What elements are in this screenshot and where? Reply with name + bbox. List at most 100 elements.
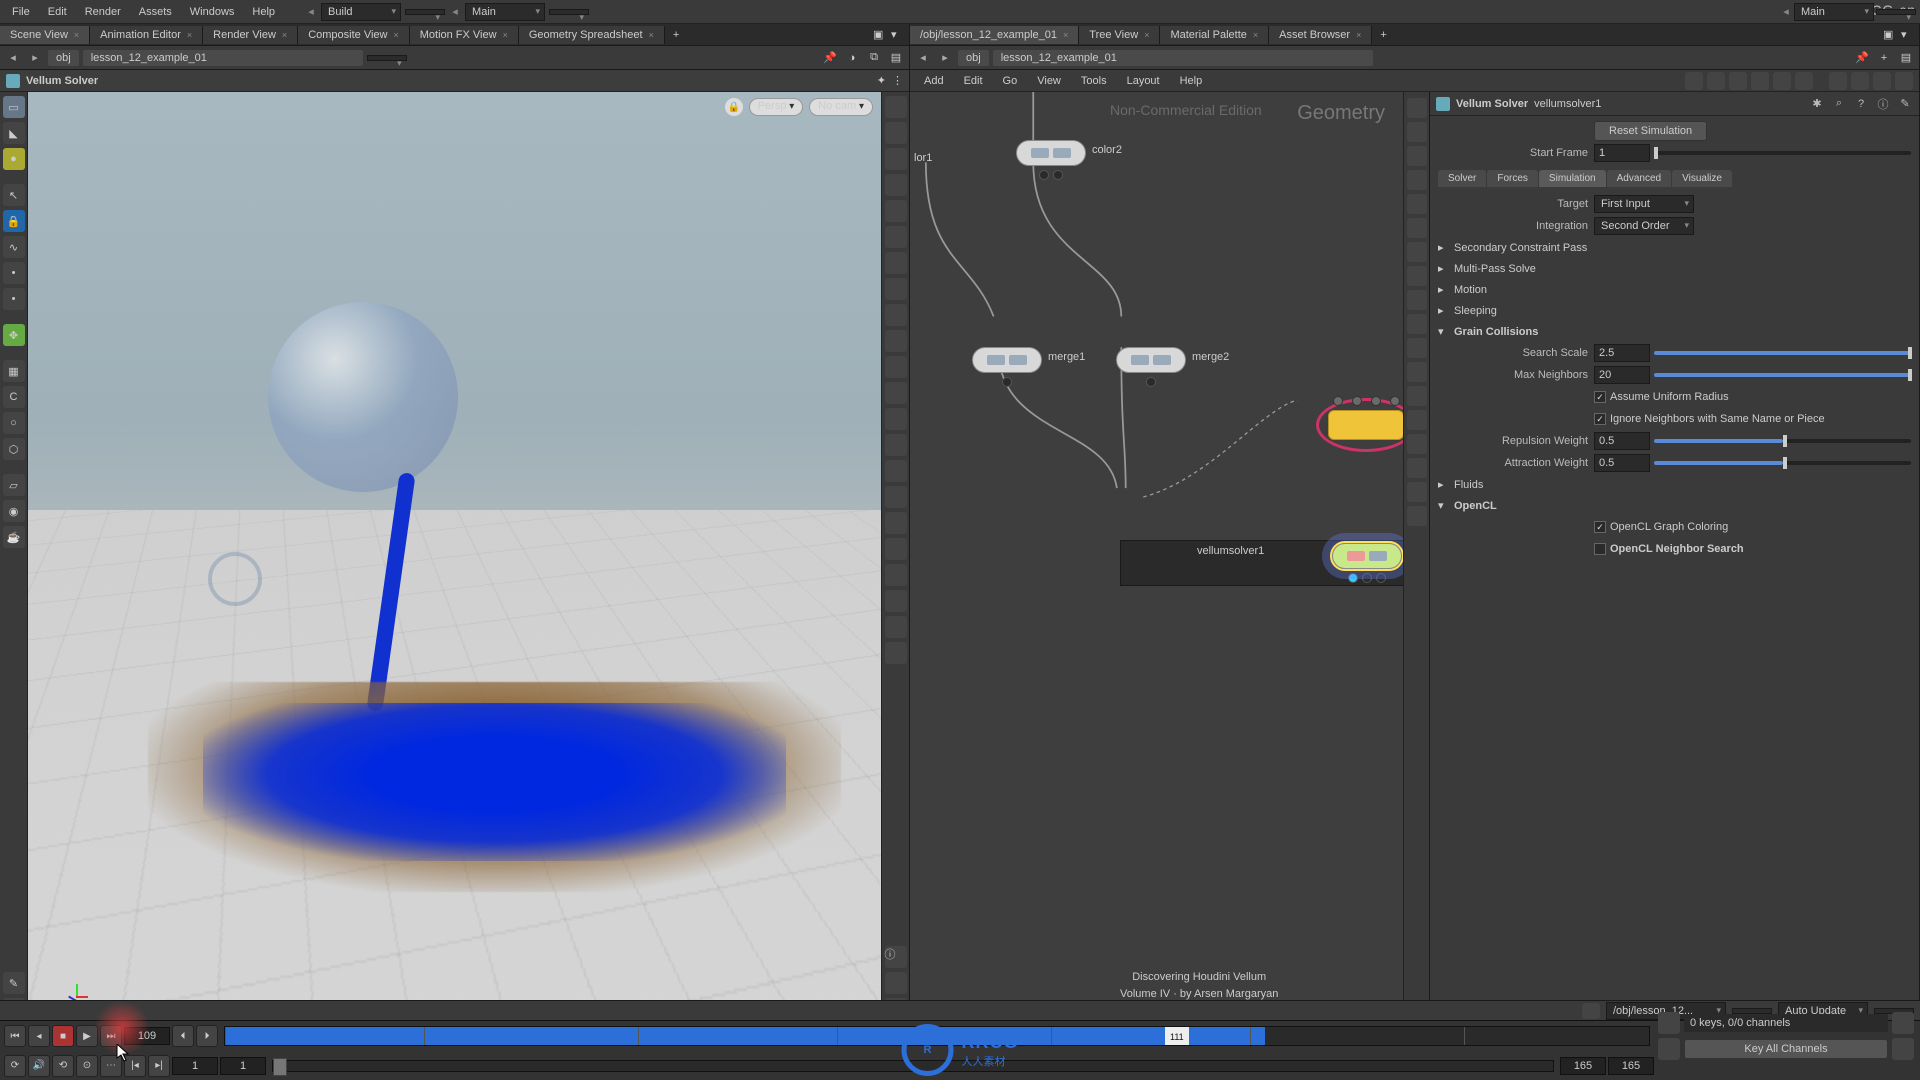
state-opt-icon[interactable]: ✦ — [877, 74, 886, 87]
step-b-icon[interactable]: ▸| — [148, 1055, 170, 1077]
nt-e-icon[interactable] — [1407, 194, 1427, 214]
close-icon[interactable]: × — [74, 30, 79, 40]
ghost-icon[interactable]: ◑ — [843, 49, 861, 67]
nt-j-icon[interactable] — [1407, 314, 1427, 334]
disp-l-icon[interactable] — [885, 564, 907, 586]
path-history-select[interactable] — [367, 55, 407, 61]
help-icon[interactable]: ? — [1853, 96, 1869, 112]
key-all-button[interactable]: Key All Channels — [1684, 1039, 1888, 1059]
net-tool-a-icon[interactable] — [1685, 72, 1703, 90]
range-end-field[interactable]: 165 — [1608, 1057, 1654, 1075]
nt-n-icon[interactable] — [1407, 410, 1427, 430]
disp-o-icon[interactable] — [885, 642, 907, 664]
snap-grid-icon[interactable]: ▦ — [3, 360, 25, 382]
parm-tab-forces[interactable]: Forces — [1487, 170, 1538, 187]
chevron-left-icon[interactable]: ◂ — [1780, 6, 1792, 18]
select-prim-icon[interactable]: ● — [3, 148, 25, 170]
state-opt2-icon[interactable]: ⋮ — [892, 74, 903, 87]
tab-geo-spreadsheet[interactable]: Geometry Spreadsheet× — [519, 26, 665, 44]
attraction-slider[interactable] — [1654, 461, 1911, 465]
menu-assets[interactable]: Assets — [131, 4, 180, 20]
fold-multipass[interactable]: ▸Multi-Pass Solve — [1438, 258, 1911, 279]
nt-f-icon[interactable] — [1407, 218, 1427, 238]
pane-menu-icon[interactable]: ▾ — [891, 28, 909, 41]
disp-e-icon[interactable] — [885, 382, 907, 404]
reset-sim-button[interactable]: Reset Simulation — [1594, 121, 1707, 141]
range-rstart-field[interactable]: 1 — [220, 1057, 266, 1075]
menu-windows[interactable]: Windows — [182, 4, 243, 20]
tab-add-button[interactable]: + — [665, 26, 687, 44]
disp-c-icon[interactable] — [885, 330, 907, 352]
lock-tool-icon[interactable]: 🔒 — [3, 210, 25, 232]
crumb-node[interactable]: lesson_12_example_01 — [83, 50, 363, 66]
desktop-build-select[interactable]: Build — [321, 3, 401, 21]
tab-motionfx-view[interactable]: Motion FX View× — [410, 26, 519, 44]
chevron-left-icon[interactable]: ◂ — [449, 6, 461, 18]
pin-icon[interactable]: 📌 — [1853, 49, 1871, 67]
net-menu-add[interactable]: Add — [916, 73, 952, 89]
disp-k-icon[interactable] — [885, 538, 907, 560]
disp-bg-icon[interactable] — [885, 252, 907, 274]
nt-b-icon[interactable] — [1407, 122, 1427, 142]
close-icon[interactable]: × — [503, 30, 508, 40]
pane-max-icon[interactable]: ▣ — [873, 28, 891, 41]
gear-icon[interactable]: ✱ — [1809, 96, 1825, 112]
tab-render-view[interactable]: Render View× — [203, 26, 298, 44]
fold-sleeping[interactable]: ▸Sleeping — [1438, 300, 1911, 321]
current-frame-field[interactable]: 109 — [124, 1027, 170, 1045]
fold-sec-constraint[interactable]: ▸Secondary Constraint Pass — [1438, 237, 1911, 258]
net-tool-c-icon[interactable] — [1729, 72, 1747, 90]
options-icon[interactable]: ▤ — [887, 49, 905, 67]
attraction-field[interactable]: 0.5 — [1594, 454, 1650, 472]
close-icon[interactable]: × — [1144, 30, 1149, 40]
max-neighbors-field[interactable]: 20 — [1594, 366, 1650, 384]
nt-h-icon[interactable] — [1407, 266, 1427, 286]
net-tool-f-icon[interactable] — [1795, 72, 1813, 90]
info-icon[interactable]: ⓘ — [1875, 96, 1891, 112]
nt-a-icon[interactable] — [1407, 98, 1427, 118]
nt-l-icon[interactable] — [1407, 362, 1427, 382]
disp-opt-icon[interactable] — [885, 96, 907, 118]
desktop-extra-select[interactable] — [405, 9, 445, 15]
info-icon[interactable]: ⓘ — [885, 946, 907, 968]
fold-opencl[interactable]: ▾OpenCL — [1438, 495, 1911, 516]
nt-p-icon[interactable] — [1407, 458, 1427, 478]
range-start-field[interactable]: 1 — [172, 1057, 218, 1075]
disp-b-icon[interactable] — [885, 304, 907, 326]
scope-toggle[interactable]: ⊙ — [76, 1055, 98, 1077]
stop-button[interactable]: ■ — [52, 1025, 74, 1047]
ck-nbr-search[interactable] — [1594, 543, 1606, 555]
ck-graph-color[interactable] — [1594, 521, 1606, 533]
camera-tool-icon[interactable]: ∿ — [3, 236, 25, 258]
camera-nocam-pill[interactable]: No cam ▾ — [809, 98, 873, 116]
snap-point-icon[interactable]: ○ — [3, 412, 25, 434]
menu-render[interactable]: Render — [77, 4, 129, 20]
tab-anim-editor[interactable]: Animation Editor× — [90, 26, 203, 44]
disp-shade-icon[interactable] — [885, 122, 907, 144]
nt-m-icon[interactable] — [1407, 386, 1427, 406]
scene-viewport[interactable]: 🔒 Persp ▾ No cam ▾ Non-Commercial Editio… — [28, 92, 881, 1020]
menu-help[interactable]: Help — [244, 4, 283, 20]
nt-g-icon[interactable] — [1407, 242, 1427, 262]
net-tool-h-icon[interactable] — [1851, 72, 1869, 90]
brush-icon[interactable]: ✎ — [3, 972, 25, 994]
parm-tab-visualize[interactable]: Visualize — [1672, 170, 1732, 187]
close-icon[interactable]: × — [649, 30, 654, 40]
disp-mat-icon[interactable] — [885, 200, 907, 222]
disp-h-icon[interactable] — [885, 460, 907, 482]
net-menu-help[interactable]: Help — [1172, 73, 1211, 89]
disp-light-icon[interactable] — [885, 174, 907, 196]
repulsion-field[interactable]: 0.5 — [1594, 432, 1650, 450]
arrow-tool-icon[interactable]: ↖ — [3, 184, 25, 206]
menu-edit[interactable]: Edit — [40, 4, 75, 20]
disp-d-icon[interactable] — [885, 356, 907, 378]
realtime-toggle[interactable]: ⟳ — [4, 1055, 26, 1077]
light-icon[interactable]: ☕ — [3, 526, 25, 548]
status-icon[interactable] — [1582, 1003, 1600, 1019]
nav-fwd-icon[interactable]: ▸ — [936, 49, 954, 67]
fold-fluids[interactable]: ▸Fluids — [1438, 474, 1911, 495]
startframe-slider[interactable] — [1654, 151, 1911, 155]
node-merge2[interactable]: merge2 — [1116, 347, 1186, 387]
select-edge-icon[interactable]: ◣ — [3, 122, 25, 144]
ck-ignore-nbr[interactable] — [1594, 413, 1606, 425]
